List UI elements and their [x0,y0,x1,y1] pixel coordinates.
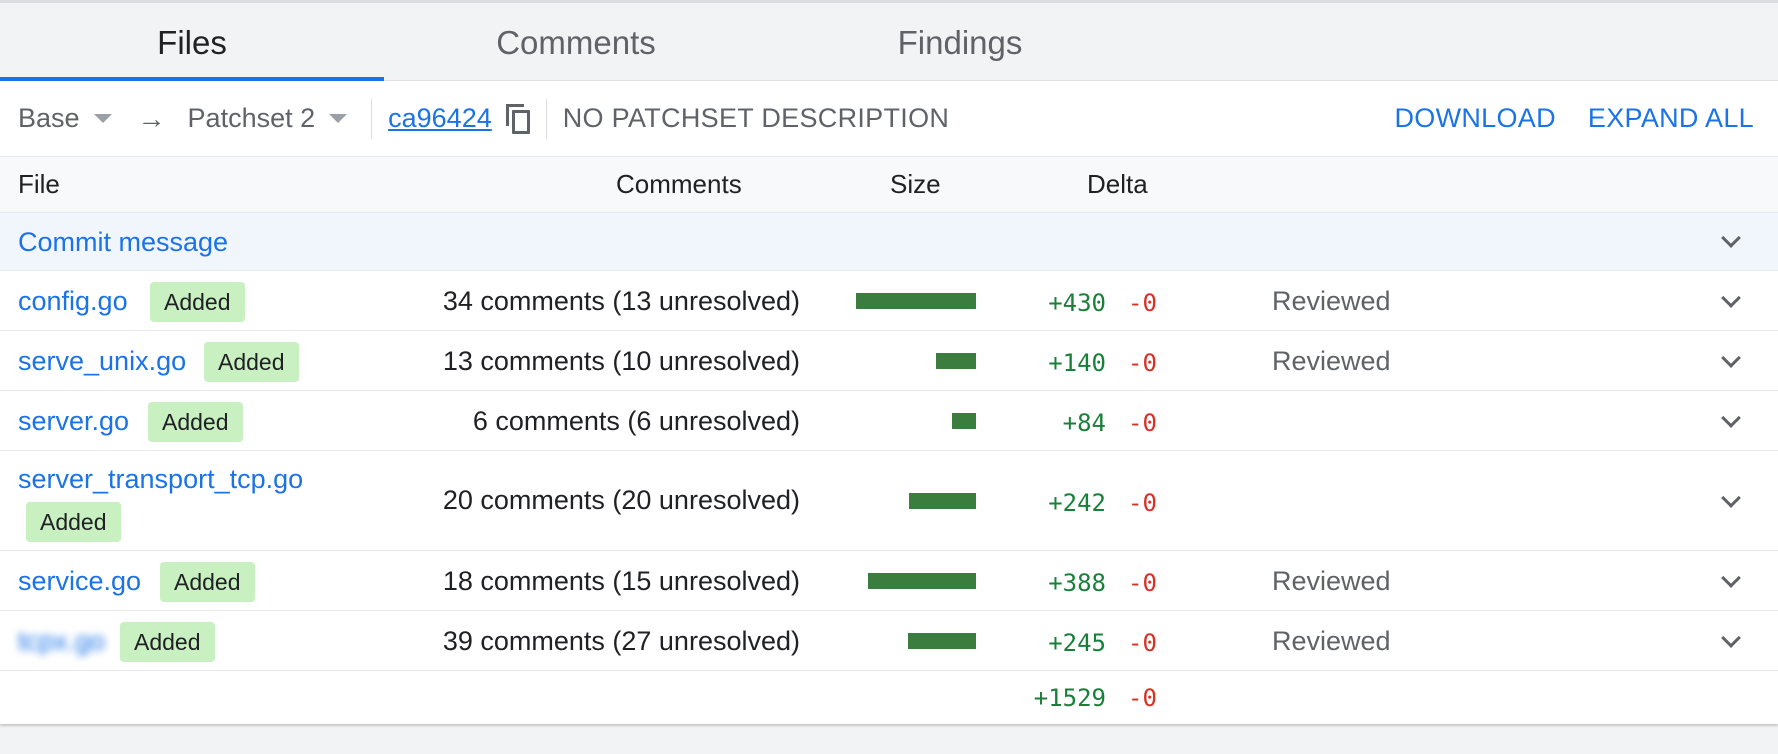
lines-removed: -0 [1128,349,1157,377]
size-bar [952,413,976,429]
reviewed-status[interactable]: Reviewed [1272,626,1391,657]
reviewed-status[interactable]: Reviewed [1272,566,1391,597]
chevron-down-icon[interactable] [1721,348,1741,368]
lines-added: +245 [1048,629,1106,657]
file-name-link[interactable]: tcpx.go [18,626,105,657]
lines-added: +84 [1062,409,1106,437]
patchset-dropdown[interactable]: Patchset 2 [188,103,348,134]
commit-message-link[interactable]: Commit message [18,227,228,258]
commit-hash-link[interactable]: ca96424 [388,103,492,134]
chevron-down-icon[interactable] [1721,288,1741,308]
file-name-link[interactable]: service.go [18,566,141,597]
table-row[interactable]: server.go Added 6 comments (6 unresolved… [0,391,1778,451]
lines-added: +140 [1048,349,1106,377]
comment-count: 34 comments (13 unresolved) [442,286,800,316]
added-badge: Added [120,622,215,662]
chevron-down-icon[interactable] [1721,408,1741,428]
patchset-bar: Base → Patchset 2 ca96424 NO PATCHSET DE… [0,81,1778,157]
caret-down-icon [93,114,112,123]
size-bar [868,573,976,589]
lines-added: +242 [1048,489,1106,517]
table-row[interactable]: config.go Added 34 comments (13 unresolv… [0,271,1778,331]
commit-message-row[interactable]: Commit message [0,213,1778,271]
lines-removed: -0 [1128,629,1157,657]
tab-comments[interactable]: Comments [384,3,768,80]
table-row[interactable]: tcpx.go Added 39 comments (27 unresolved… [0,611,1778,671]
comment-count: 20 comments (20 unresolved) [442,485,800,515]
reviewed-status[interactable]: Reviewed [1272,346,1391,377]
total-lines-added: +1529 [1033,684,1106,712]
header-comments: Comments [616,169,742,199]
comment-count: 13 comments (10 unresolved) [442,346,800,376]
download-button[interactable]: DOWNLOAD [1394,103,1555,134]
arrow-right-icon: → [137,102,166,134]
lines-added: +430 [1048,289,1106,317]
copy-icon[interactable] [505,103,532,134]
size-bar [936,353,976,369]
reviewed-status[interactable]: Reviewed [1272,286,1391,317]
total-lines-removed: -0 [1128,684,1157,712]
table-row[interactable]: serve_unix.go Added 13 comments (10 unre… [0,331,1778,391]
lines-removed: -0 [1128,409,1157,437]
added-badge: Added [26,502,121,542]
header-file: File [18,169,60,199]
added-badge: Added [150,282,245,322]
added-badge: Added [160,562,255,602]
tab-files[interactable]: Files [0,3,384,81]
chevron-down-icon[interactable] [1721,628,1741,648]
caret-down-icon [329,114,348,123]
table-row[interactable]: service.go Added 18 comments (15 unresol… [0,551,1778,611]
size-bar [909,493,976,509]
chevron-down-icon[interactable] [1721,488,1741,508]
divider [371,98,373,139]
comment-count: 6 comments (6 unresolved) [472,406,800,436]
table-row[interactable]: server_transport_tcp.go Added 20 comment… [0,451,1778,551]
divider [545,98,547,139]
lines-removed: -0 [1128,489,1157,517]
lines-removed: -0 [1128,569,1157,597]
totals-row: +1529 -0 [0,671,1778,726]
comment-count: 18 comments (15 unresolved) [442,566,800,596]
file-name-link[interactable]: serve_unix.go [18,346,186,377]
base-label: Base [18,103,80,133]
file-name-link[interactable]: server.go [18,406,129,437]
file-list-panel: Files Comments Findings Base → Patchset … [0,0,1778,724]
comment-count: 39 comments (27 unresolved) [442,626,800,656]
header-delta: Delta [1087,169,1148,199]
base-dropdown[interactable]: Base [18,103,112,134]
file-name-link[interactable]: config.go [18,286,128,317]
lines-added: +388 [1048,569,1106,597]
size-bar [908,633,976,649]
size-bar [856,293,976,309]
tab-findings[interactable]: Findings [768,3,1152,80]
chevron-down-icon[interactable] [1721,568,1741,588]
header-size: Size [890,169,941,199]
table-header: File Comments Size Delta [0,157,1778,213]
patchset-description: NO PATCHSET DESCRIPTION [562,103,950,133]
file-name-link[interactable]: server_transport_tcp.go [18,464,303,495]
patchset-label: Patchset 2 [187,103,316,133]
lines-removed: -0 [1128,289,1157,317]
added-badge: Added [204,342,299,382]
added-badge: Added [148,402,243,442]
chevron-down-icon[interactable] [1721,228,1741,248]
tab-bar: Files Comments Findings [0,3,1778,81]
expand-all-button[interactable]: EXPAND ALL [1588,103,1754,134]
